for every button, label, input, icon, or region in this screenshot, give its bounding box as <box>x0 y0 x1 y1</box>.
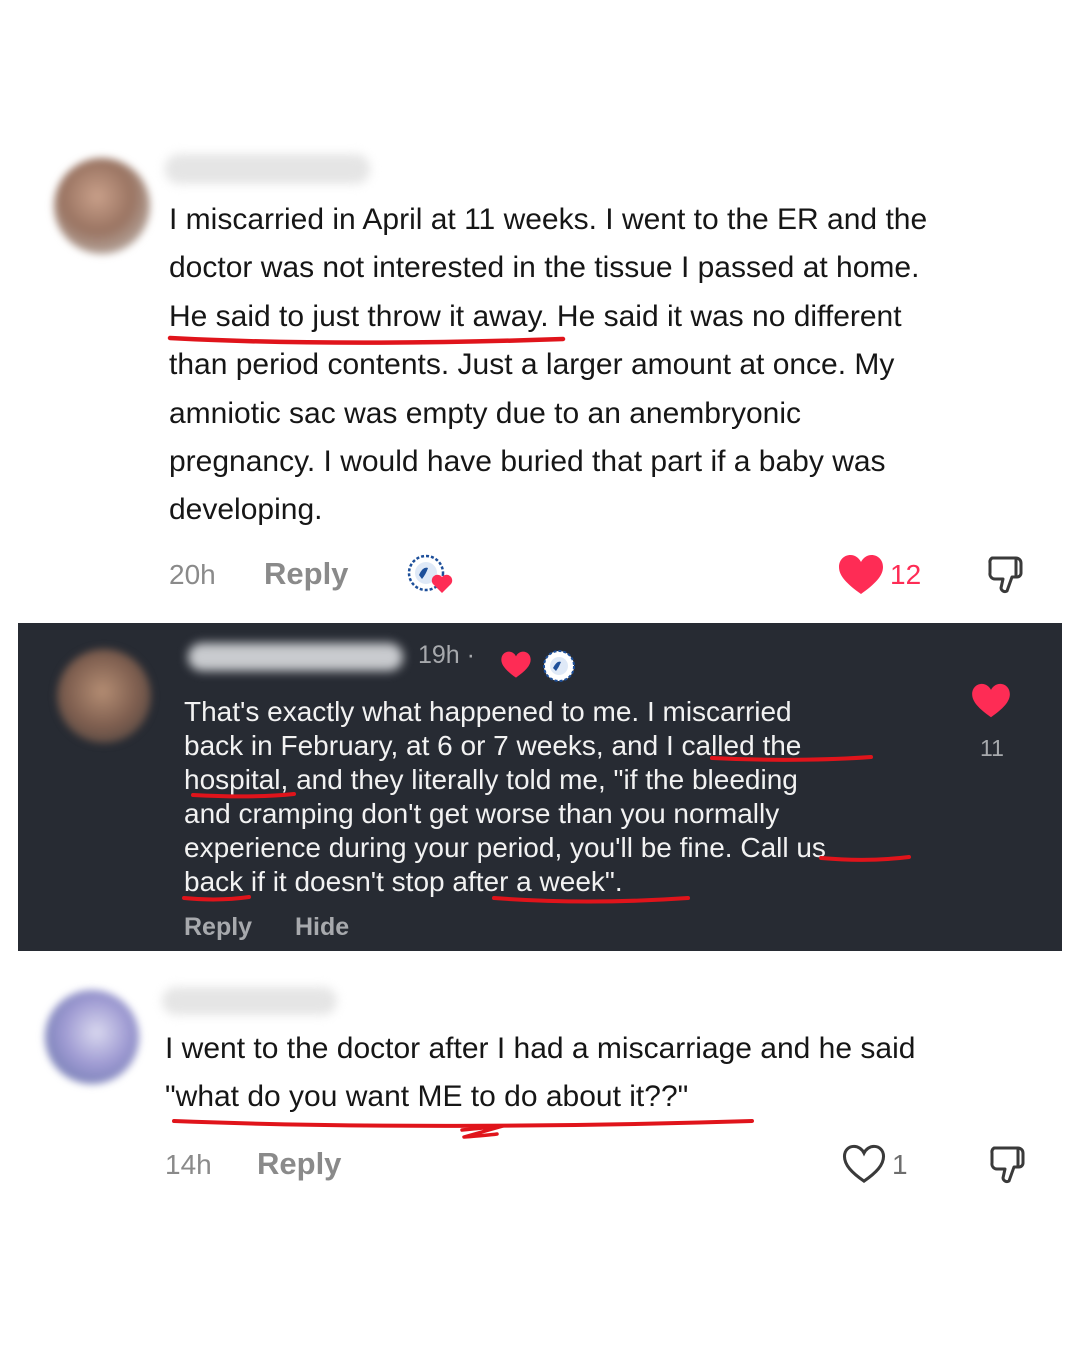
comment-line: pregnancy. I would have buried that part… <box>169 445 886 479</box>
like-count: 1 <box>892 1149 908 1180</box>
avatar[interactable] <box>45 990 139 1084</box>
reply-button[interactable]: Reply <box>184 913 252 942</box>
comment-text: I went to the doctor after I had a misca… <box>165 1025 915 1122</box>
reply-timestamp: 19h · <box>418 641 475 669</box>
username-blurred[interactable] <box>162 987 337 1015</box>
comment-text: I miscarried in April at 11 weeks. I wen… <box>169 196 927 535</box>
reply-line: hospital, and they literally told me, "i… <box>184 764 798 795</box>
reply-comment-card: 19h · That's exactly what happened to me… <box>18 623 1062 951</box>
reply-text: That's exactly what happened to me. I mi… <box>184 695 826 899</box>
avatar[interactable] <box>57 649 151 743</box>
creator-liked-badge-icon <box>406 553 458 600</box>
comment-line: I miscarried in April at 11 weeks. I wen… <box>169 203 928 236</box>
reply-button[interactable]: Reply <box>257 1146 341 1182</box>
comment-line: amniotic sac was empty due to an anembry… <box>169 396 801 430</box>
like-heart-icon[interactable] <box>838 554 884 601</box>
comment-line: developing. <box>169 493 323 527</box>
comment-line: than period contents. Just a larger amou… <box>169 348 895 382</box>
comment-line: "what do you want ME to do about it??" <box>165 1080 689 1114</box>
comment-line: He said to just throw it away. He said i… <box>169 299 902 333</box>
username-blurred[interactable] <box>165 154 370 184</box>
like-heart-icon[interactable] <box>971 683 1011 724</box>
dislike-icon[interactable] <box>986 553 1030 602</box>
reply-line: back if it doesn't stop after a week". <box>184 866 623 897</box>
reply-line: back in February, at 6 or 7 weeks, and I… <box>184 730 802 761</box>
reply-button[interactable]: Reply <box>264 556 348 592</box>
username-blurred[interactable] <box>188 643 403 671</box>
comment-timestamp: 20h <box>169 559 216 590</box>
avatar[interactable] <box>54 158 150 254</box>
reply-line: That's exactly what happened to me. I mi… <box>184 696 792 727</box>
comment-timestamp: 14h <box>165 1149 212 1180</box>
hide-button[interactable]: Hide <box>295 913 349 942</box>
like-count: 12 <box>890 559 922 590</box>
creator-liked-heart-icon <box>500 651 532 684</box>
comment-line: doctor was not interested in the tissue … <box>169 251 920 285</box>
squiggle-mark <box>460 1124 505 1139</box>
comment-line: I went to the doctor after I had a misca… <box>165 1032 916 1065</box>
reply-line: and cramping don't get worse than you no… <box>184 798 780 829</box>
like-heart-outline-icon[interactable] <box>842 1144 886 1189</box>
creator-badge-icon <box>542 649 576 688</box>
reply-line: experience during your period, you'll be… <box>184 832 826 863</box>
dislike-icon[interactable] <box>988 1143 1032 1192</box>
like-count: 11 <box>980 735 1004 761</box>
